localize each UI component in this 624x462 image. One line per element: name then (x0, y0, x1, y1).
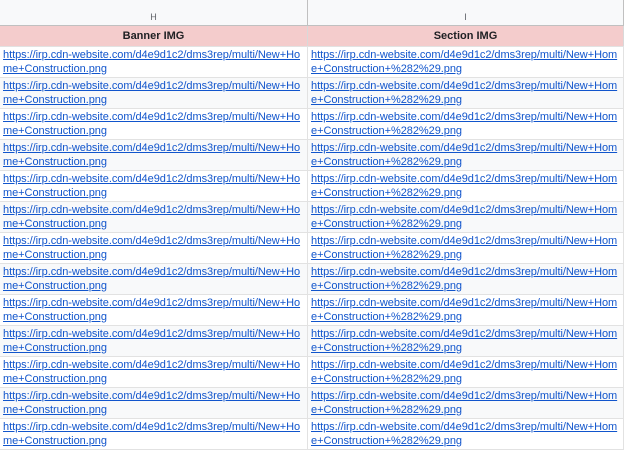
section-img-cell[interactable]: https://irp.cdn-website.com/d4e9d1c2/dms… (308, 326, 624, 356)
banner-img-cell[interactable]: https://irp.cdn-website.com/d4e9d1c2/dms… (0, 140, 308, 170)
column-header-i[interactable]: I (308, 0, 624, 25)
table-row: https://irp.cdn-website.com/d4e9d1c2/dms… (0, 357, 624, 388)
banner-img-cell[interactable]: https://irp.cdn-website.com/d4e9d1c2/dms… (0, 47, 308, 77)
section-img-cell[interactable]: https://irp.cdn-website.com/d4e9d1c2/dms… (308, 264, 624, 294)
banner-img-link[interactable]: https://irp.cdn-website.com/d4e9d1c2/dms… (3, 204, 304, 231)
table-row: https://irp.cdn-website.com/d4e9d1c2/dms… (0, 109, 624, 140)
data-rows: https://irp.cdn-website.com/d4e9d1c2/dms… (0, 47, 624, 450)
section-img-cell[interactable]: https://irp.cdn-website.com/d4e9d1c2/dms… (308, 171, 624, 201)
section-img-link[interactable]: https://irp.cdn-website.com/d4e9d1c2/dms… (311, 266, 620, 293)
section-img-cell[interactable]: https://irp.cdn-website.com/d4e9d1c2/dms… (308, 295, 624, 325)
section-img-cell[interactable]: https://irp.cdn-website.com/d4e9d1c2/dms… (308, 202, 624, 232)
section-img-cell[interactable]: https://irp.cdn-website.com/d4e9d1c2/dms… (308, 233, 624, 263)
section-img-cell[interactable]: https://irp.cdn-website.com/d4e9d1c2/dms… (308, 357, 624, 387)
banner-img-link[interactable]: https://irp.cdn-website.com/d4e9d1c2/dms… (3, 111, 304, 138)
table-row: https://irp.cdn-website.com/d4e9d1c2/dms… (0, 47, 624, 78)
section-img-cell[interactable]: https://irp.cdn-website.com/d4e9d1c2/dms… (308, 388, 624, 418)
banner-img-link[interactable]: https://irp.cdn-website.com/d4e9d1c2/dms… (3, 173, 304, 200)
section-img-link[interactable]: https://irp.cdn-website.com/d4e9d1c2/dms… (311, 421, 620, 448)
table-row: https://irp.cdn-website.com/d4e9d1c2/dms… (0, 326, 624, 357)
table-row: https://irp.cdn-website.com/d4e9d1c2/dms… (0, 295, 624, 326)
table-row: https://irp.cdn-website.com/d4e9d1c2/dms… (0, 78, 624, 109)
banner-img-cell[interactable]: https://irp.cdn-website.com/d4e9d1c2/dms… (0, 388, 308, 418)
banner-img-cell[interactable]: https://irp.cdn-website.com/d4e9d1c2/dms… (0, 171, 308, 201)
table-row: https://irp.cdn-website.com/d4e9d1c2/dms… (0, 388, 624, 419)
section-img-cell[interactable]: https://irp.cdn-website.com/d4e9d1c2/dms… (308, 78, 624, 108)
table-row: https://irp.cdn-website.com/d4e9d1c2/dms… (0, 264, 624, 295)
banner-img-link[interactable]: https://irp.cdn-website.com/d4e9d1c2/dms… (3, 421, 304, 448)
section-img-cell[interactable]: https://irp.cdn-website.com/d4e9d1c2/dms… (308, 140, 624, 170)
table-row: https://irp.cdn-website.com/d4e9d1c2/dms… (0, 419, 624, 450)
table-row: https://irp.cdn-website.com/d4e9d1c2/dms… (0, 233, 624, 264)
banner-img-link[interactable]: https://irp.cdn-website.com/d4e9d1c2/dms… (3, 142, 304, 169)
header-cell-banner-img[interactable]: Banner IMG (0, 26, 308, 46)
section-img-link[interactable]: https://irp.cdn-website.com/d4e9d1c2/dms… (311, 328, 620, 355)
section-img-link[interactable]: https://irp.cdn-website.com/d4e9d1c2/dms… (311, 111, 620, 138)
banner-img-link[interactable]: https://irp.cdn-website.com/d4e9d1c2/dms… (3, 235, 304, 262)
banner-img-cell[interactable]: https://irp.cdn-website.com/d4e9d1c2/dms… (0, 357, 308, 387)
banner-img-cell[interactable]: https://irp.cdn-website.com/d4e9d1c2/dms… (0, 419, 308, 449)
section-img-cell[interactable]: https://irp.cdn-website.com/d4e9d1c2/dms… (308, 419, 624, 449)
table-row: https://irp.cdn-website.com/d4e9d1c2/dms… (0, 202, 624, 233)
header-row: Banner IMG Section IMG (0, 26, 624, 47)
banner-img-cell[interactable]: https://irp.cdn-website.com/d4e9d1c2/dms… (0, 295, 308, 325)
banner-img-cell[interactable]: https://irp.cdn-website.com/d4e9d1c2/dms… (0, 202, 308, 232)
banner-img-cell[interactable]: https://irp.cdn-website.com/d4e9d1c2/dms… (0, 78, 308, 108)
banner-img-link[interactable]: https://irp.cdn-website.com/d4e9d1c2/dms… (3, 49, 304, 76)
banner-img-link[interactable]: https://irp.cdn-website.com/d4e9d1c2/dms… (3, 359, 304, 386)
section-img-link[interactable]: https://irp.cdn-website.com/d4e9d1c2/dms… (311, 235, 620, 262)
banner-img-link[interactable]: https://irp.cdn-website.com/d4e9d1c2/dms… (3, 297, 304, 324)
section-img-cell[interactable]: https://irp.cdn-website.com/d4e9d1c2/dms… (308, 109, 624, 139)
banner-img-link[interactable]: https://irp.cdn-website.com/d4e9d1c2/dms… (3, 390, 304, 417)
banner-img-link[interactable]: https://irp.cdn-website.com/d4e9d1c2/dms… (3, 80, 304, 107)
column-header-h[interactable]: H (0, 0, 308, 25)
section-img-link[interactable]: https://irp.cdn-website.com/d4e9d1c2/dms… (311, 49, 620, 76)
banner-img-link[interactable]: https://irp.cdn-website.com/d4e9d1c2/dms… (3, 328, 304, 355)
spreadsheet-grid: H I Banner IMG Section IMG https://irp.c… (0, 0, 624, 462)
section-img-link[interactable]: https://irp.cdn-website.com/d4e9d1c2/dms… (311, 204, 620, 231)
section-img-link[interactable]: https://irp.cdn-website.com/d4e9d1c2/dms… (311, 173, 620, 200)
table-row: https://irp.cdn-website.com/d4e9d1c2/dms… (0, 140, 624, 171)
banner-img-cell[interactable]: https://irp.cdn-website.com/d4e9d1c2/dms… (0, 233, 308, 263)
banner-img-link[interactable]: https://irp.cdn-website.com/d4e9d1c2/dms… (3, 266, 304, 293)
header-cell-section-img[interactable]: Section IMG (308, 26, 624, 46)
section-img-link[interactable]: https://irp.cdn-website.com/d4e9d1c2/dms… (311, 80, 620, 107)
section-img-cell[interactable]: https://irp.cdn-website.com/d4e9d1c2/dms… (308, 47, 624, 77)
section-img-link[interactable]: https://irp.cdn-website.com/d4e9d1c2/dms… (311, 297, 620, 324)
section-img-link[interactable]: https://irp.cdn-website.com/d4e9d1c2/dms… (311, 142, 620, 169)
section-img-link[interactable]: https://irp.cdn-website.com/d4e9d1c2/dms… (311, 359, 620, 386)
section-img-link[interactable]: https://irp.cdn-website.com/d4e9d1c2/dms… (311, 390, 620, 417)
banner-img-cell[interactable]: https://irp.cdn-website.com/d4e9d1c2/dms… (0, 326, 308, 356)
banner-img-cell[interactable]: https://irp.cdn-website.com/d4e9d1c2/dms… (0, 264, 308, 294)
table-row: https://irp.cdn-website.com/d4e9d1c2/dms… (0, 171, 624, 202)
banner-img-cell[interactable]: https://irp.cdn-website.com/d4e9d1c2/dms… (0, 109, 308, 139)
column-header-bar: H I (0, 0, 624, 26)
